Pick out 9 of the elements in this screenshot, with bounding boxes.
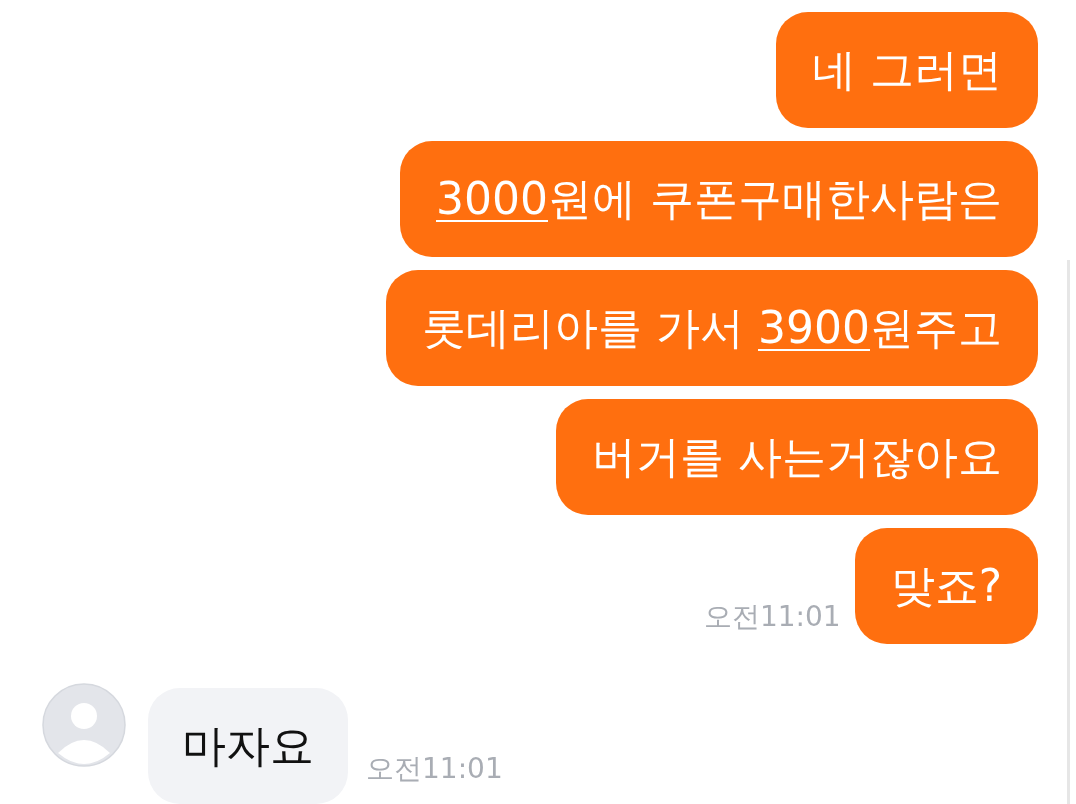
avatar-icon[interactable] xyxy=(42,683,126,767)
message-bubble: 네 그러면 xyxy=(776,12,1038,128)
message-bubble: 버거를 사는거잖아요 xyxy=(556,399,1038,515)
message-bubble: 롯데리아를 가서 3900원주고 xyxy=(386,270,1038,386)
message-time: 오전11:01 xyxy=(703,599,841,635)
message-bubble: 3000원에 쿠폰구매한사람은 xyxy=(400,141,1038,257)
message-time: 오전11:01 xyxy=(366,751,503,787)
message-bubble: 맞죠? xyxy=(854,528,1038,644)
message-bubble: 마자요 xyxy=(148,688,348,804)
